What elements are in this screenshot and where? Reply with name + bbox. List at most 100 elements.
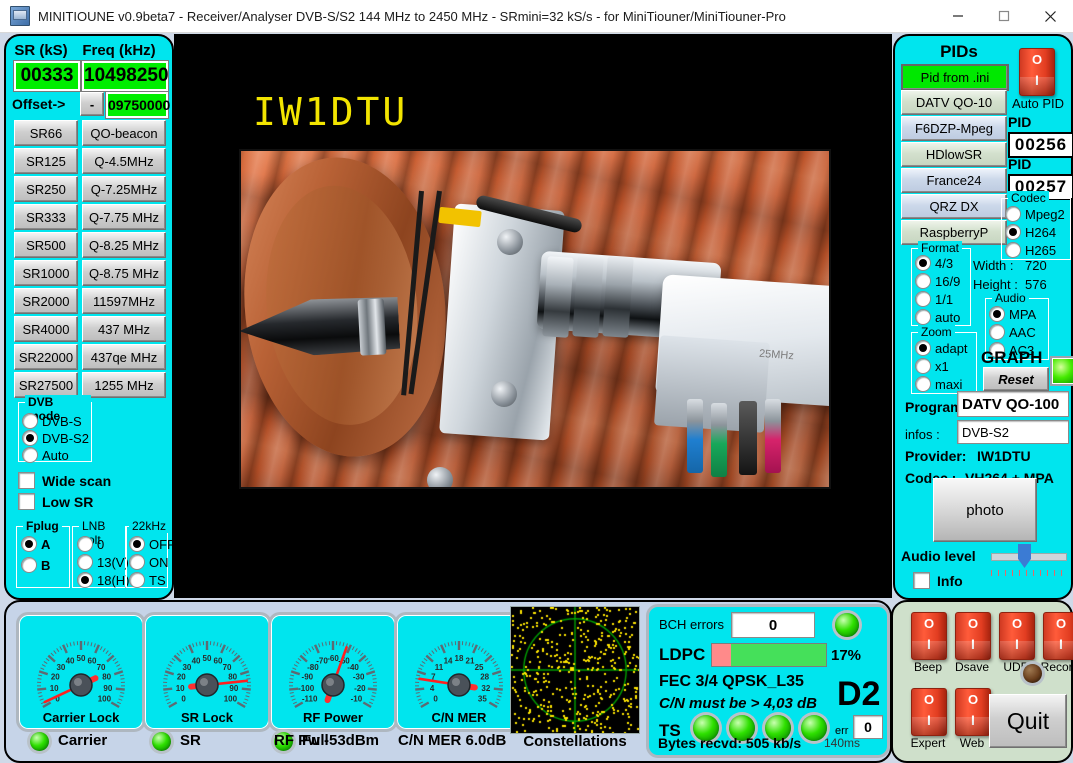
- radio-22khz-off[interactable]: OFF: [129, 536, 175, 552]
- freq-preset-button[interactable]: Q-7.25MHz: [82, 176, 166, 202]
- pid-preset-button[interactable]: QRZ DX: [901, 194, 1007, 219]
- info-checkbox[interactable]: Info: [913, 572, 963, 589]
- pid-preset-button[interactable]: F6DZP-Mpeg: [901, 116, 1007, 141]
- radio-fplug-a[interactable]: A: [21, 536, 50, 552]
- sr-preset-button[interactable]: SR333: [14, 204, 78, 230]
- toggle-switch[interactable]: OI: [911, 688, 947, 736]
- radio-dot: [915, 358, 931, 374]
- sr-preset-button[interactable]: SR22000: [14, 344, 78, 370]
- sr-preset-button[interactable]: SR500: [14, 232, 78, 258]
- radio-22khz-ts[interactable]: TS: [129, 572, 166, 588]
- close-icon[interactable]: [1027, 0, 1073, 32]
- freq-preset-button[interactable]: 1255 MHz: [82, 372, 166, 398]
- radio-label: x1: [935, 359, 949, 374]
- radio-format-16-9[interactable]: 16/9: [915, 273, 960, 289]
- toggle-switch[interactable]: OI: [1043, 612, 1073, 660]
- radio-dot: [77, 554, 93, 570]
- radio-dot: [915, 255, 931, 271]
- toggle-switch[interactable]: OI: [955, 688, 991, 736]
- svg-text:40: 40: [192, 656, 201, 665]
- pid-video-field[interactable]: 00256: [1008, 132, 1073, 158]
- freq-preset-button[interactable]: 11597MHz: [82, 288, 166, 314]
- radio-fplug-b[interactable]: B: [21, 557, 50, 573]
- radio-zoom-maxi[interactable]: maxi: [915, 376, 962, 392]
- gauge-dial: 0102030405060708090100: [19, 615, 143, 711]
- sr-value-field[interactable]: 00333: [14, 61, 80, 91]
- wide-scan-checkbox[interactable]: Wide scan: [18, 472, 111, 489]
- radio-dot: [1005, 206, 1021, 222]
- low-sr-checkbox[interactable]: Low SR: [18, 493, 93, 510]
- radio-dot: [1005, 224, 1021, 240]
- radio-aac[interactable]: AAC: [989, 324, 1036, 340]
- graph-reset-button[interactable]: Reset: [983, 367, 1049, 391]
- switch-off-label: I: [956, 637, 990, 651]
- switch-off-label: I: [1020, 73, 1054, 87]
- radio-format-auto[interactable]: auto: [915, 309, 960, 325]
- pid-preset-button[interactable]: HDlowSR: [901, 142, 1007, 167]
- freq-preset-button[interactable]: 437qe MHz: [82, 344, 166, 370]
- toggle-switch[interactable]: OI: [955, 612, 991, 660]
- pid-preset-button[interactable]: France24: [901, 168, 1007, 193]
- freq-preset-button[interactable]: Q-8.25 MHz: [82, 232, 166, 258]
- sr-preset-button[interactable]: SR125: [14, 148, 78, 174]
- gauge-card: 0102030405060708090100SR Lock: [142, 612, 272, 732]
- radio-mpeg2[interactable]: Mpeg2: [1005, 206, 1065, 222]
- radio-h264[interactable]: H264: [1005, 224, 1056, 240]
- radio-h265[interactable]: H265: [1005, 242, 1056, 258]
- codec-legend: Codec: [1008, 191, 1049, 205]
- radio-dvb-auto[interactable]: Auto: [22, 447, 69, 463]
- radio-22khz-on[interactable]: ON: [129, 554, 169, 570]
- video-display[interactable]: IW1DTU 25MHz: [174, 34, 892, 598]
- svg-text:-90: -90: [302, 673, 314, 682]
- graph-label: GRAPH: [981, 348, 1042, 368]
- constellation-display[interactable]: [510, 606, 640, 734]
- pid-preset-button[interactable]: DATV QO-10: [901, 90, 1007, 115]
- radio-mpa[interactable]: MPA: [989, 306, 1036, 322]
- radio-label: A: [41, 537, 50, 552]
- radio-lnb-13v[interactable]: 13(V): [77, 554, 129, 570]
- switch-off-label: I: [956, 713, 990, 727]
- radio-dvb-s[interactable]: DVB-S: [22, 413, 82, 429]
- radio-lnb-18h[interactable]: 18(H): [77, 572, 130, 588]
- auto-pid-switch[interactable]: O I: [1019, 48, 1055, 96]
- sr-preset-button[interactable]: SR4000: [14, 316, 78, 342]
- freq-preset-button[interactable]: Q-7.75 MHz: [82, 204, 166, 230]
- radio-zoom-adapt[interactable]: adapt: [915, 340, 968, 356]
- minimize-icon[interactable]: [935, 0, 981, 32]
- freq-preset-button[interactable]: Q-8.75 MHz: [82, 260, 166, 286]
- sr-header: SR (kS): [12, 42, 70, 59]
- radio-label: maxi: [935, 377, 962, 392]
- sr-preset-button[interactable]: SR250: [14, 176, 78, 202]
- width-value: 720: [1025, 258, 1047, 273]
- radio-zoom-x1[interactable]: x1: [915, 358, 949, 374]
- audio-level-slider-thumb[interactable]: [1018, 544, 1031, 568]
- pid-preset-button[interactable]: Pid from .ini: [901, 64, 1009, 91]
- freq-preset-button[interactable]: Q-4.5MHz: [82, 148, 166, 174]
- maximize-icon[interactable]: [981, 0, 1027, 32]
- radio-label: DVB-S: [42, 414, 82, 429]
- program-field[interactable]: DATV QO-100: [957, 391, 1069, 417]
- radio-dvb-s2[interactable]: DVB-S2: [22, 430, 89, 446]
- svg-text:30: 30: [182, 663, 191, 672]
- height-value: 576: [1025, 277, 1047, 292]
- radio-format-4-3[interactable]: 4/3: [915, 255, 953, 271]
- toggle-switch[interactable]: OI: [911, 612, 947, 660]
- freq-preset-button[interactable]: QO-beacon: [82, 120, 166, 146]
- nut: [602, 256, 634, 338]
- photo-button[interactable]: photo: [933, 478, 1037, 542]
- svg-text:70: 70: [97, 663, 106, 672]
- sr-preset-button[interactable]: SR2000: [14, 288, 78, 314]
- radio-lnb-0[interactable]: 0: [77, 536, 104, 552]
- offset-value-field[interactable]: 09750000: [106, 92, 168, 118]
- infos-field[interactable]: DVB-S2: [957, 420, 1069, 444]
- gauge-card: 0102030405060708090100Carrier Lock: [16, 612, 146, 732]
- radio-format-1-1[interactable]: 1/1: [915, 291, 953, 307]
- freq-value-field[interactable]: 10498250: [82, 61, 168, 91]
- connector-blue: [687, 399, 703, 473]
- sr-preset-button[interactable]: SR1000: [14, 260, 78, 286]
- freq-preset-button[interactable]: 437 MHz: [82, 316, 166, 342]
- toggle-switch[interactable]: OI: [999, 612, 1035, 660]
- sr-preset-button[interactable]: SR66: [14, 120, 78, 146]
- quit-button[interactable]: Quit: [989, 694, 1067, 748]
- offset-sign-button[interactable]: -: [80, 92, 104, 116]
